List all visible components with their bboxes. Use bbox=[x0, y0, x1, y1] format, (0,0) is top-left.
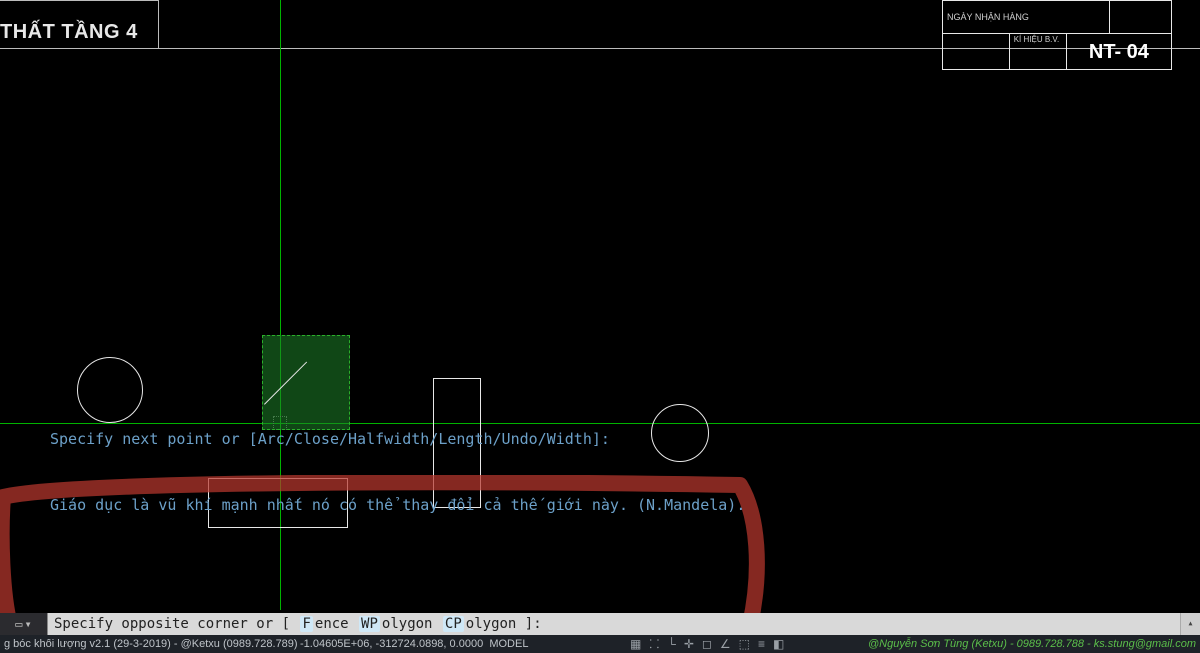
terminal-icon: ▭ bbox=[15, 618, 22, 630]
command-option[interactable]: CP bbox=[443, 616, 464, 632]
lineweight-toggle-icon[interactable]: ≡ bbox=[758, 638, 765, 650]
status-bar: g bóc khối lượng v2.1 (29-3-2019) - @Ket… bbox=[0, 635, 1200, 653]
command-option[interactable]: WP bbox=[359, 616, 380, 632]
command-option[interactable]: F bbox=[300, 616, 312, 632]
grid-toggle-icon[interactable]: ▦ bbox=[630, 638, 641, 650]
dynucs-toggle-icon[interactable]: ⬚ bbox=[739, 638, 750, 650]
status-coordinates[interactable]: -1.04605E+06, -312724.0898, 0.0000 MODEL bbox=[300, 639, 528, 650]
drawing-title: THẤT TẦNG 4 bbox=[0, 22, 138, 42]
command-history-line: Giáo dục là vũ khí mạnh nhất nó có thể t… bbox=[50, 494, 745, 516]
polar-toggle-icon[interactable]: ✛ bbox=[684, 638, 694, 650]
command-prompt: Specify opposite corner or [ Fence WPoly… bbox=[48, 617, 542, 631]
frame-line bbox=[0, 0, 158, 1]
otrack-toggle-icon[interactable]: ∠ bbox=[720, 638, 731, 650]
space-toggle[interactable]: MODEL bbox=[489, 638, 528, 650]
titleblock-field-value bbox=[1110, 1, 1171, 33]
command-history: Specify next point or [Arc/Close/Halfwid… bbox=[50, 384, 745, 560]
titleblock-field-label: KÍ HIỆU B.V. bbox=[1014, 36, 1060, 44]
command-prompt-text: Specify opposite corner or [ bbox=[54, 616, 290, 632]
command-line-expand[interactable]: ▴ bbox=[1180, 613, 1200, 635]
frame-line bbox=[158, 0, 159, 48]
command-history-line: Specify next point or [Arc/Close/Halfwid… bbox=[50, 428, 745, 450]
titleblock-sheet-code: NT- 04 bbox=[1067, 34, 1171, 70]
command-line-toggle[interactable]: ▭▾ bbox=[0, 613, 48, 635]
command-prompt-text: ]: bbox=[525, 616, 542, 632]
snap-toggle-icon[interactable]: ⸬ bbox=[649, 638, 659, 650]
chevron-down-icon: ▾ bbox=[25, 618, 32, 630]
osnap-toggle-icon[interactable]: ◻ bbox=[702, 638, 712, 650]
drawing-canvas[interactable]: THẤT TẦNG 4 NGÀY NHẬN HÀNG KÍ HIỆU B.V. … bbox=[0, 0, 1200, 610]
ortho-toggle-icon[interactable]: └ bbox=[667, 638, 676, 650]
status-right-text: @Nguyễn Sơn Tùng (Ketxu) - 0989.728.788 … bbox=[868, 639, 1200, 650]
chevron-up-icon: ▴ bbox=[1187, 619, 1193, 629]
status-toggle-buttons: ▦ ⸬ └ ✛ ◻ ∠ ⬚ ≡ ◧ bbox=[630, 638, 784, 650]
titleblock-field-label bbox=[943, 34, 1010, 70]
titleblock-field-label: NGÀY NHẬN HÀNG bbox=[943, 1, 1110, 33]
command-line[interactable]: ▭▾ Specify opposite corner or [ Fence WP… bbox=[0, 613, 1200, 635]
transparency-toggle-icon[interactable]: ◧ bbox=[773, 638, 784, 650]
titleblock: NGÀY NHẬN HÀNG KÍ HIỆU B.V. NT- 04 bbox=[942, 0, 1172, 70]
status-left-text: g bóc khối lượng v2.1 (29-3-2019) - @Ket… bbox=[0, 639, 298, 650]
